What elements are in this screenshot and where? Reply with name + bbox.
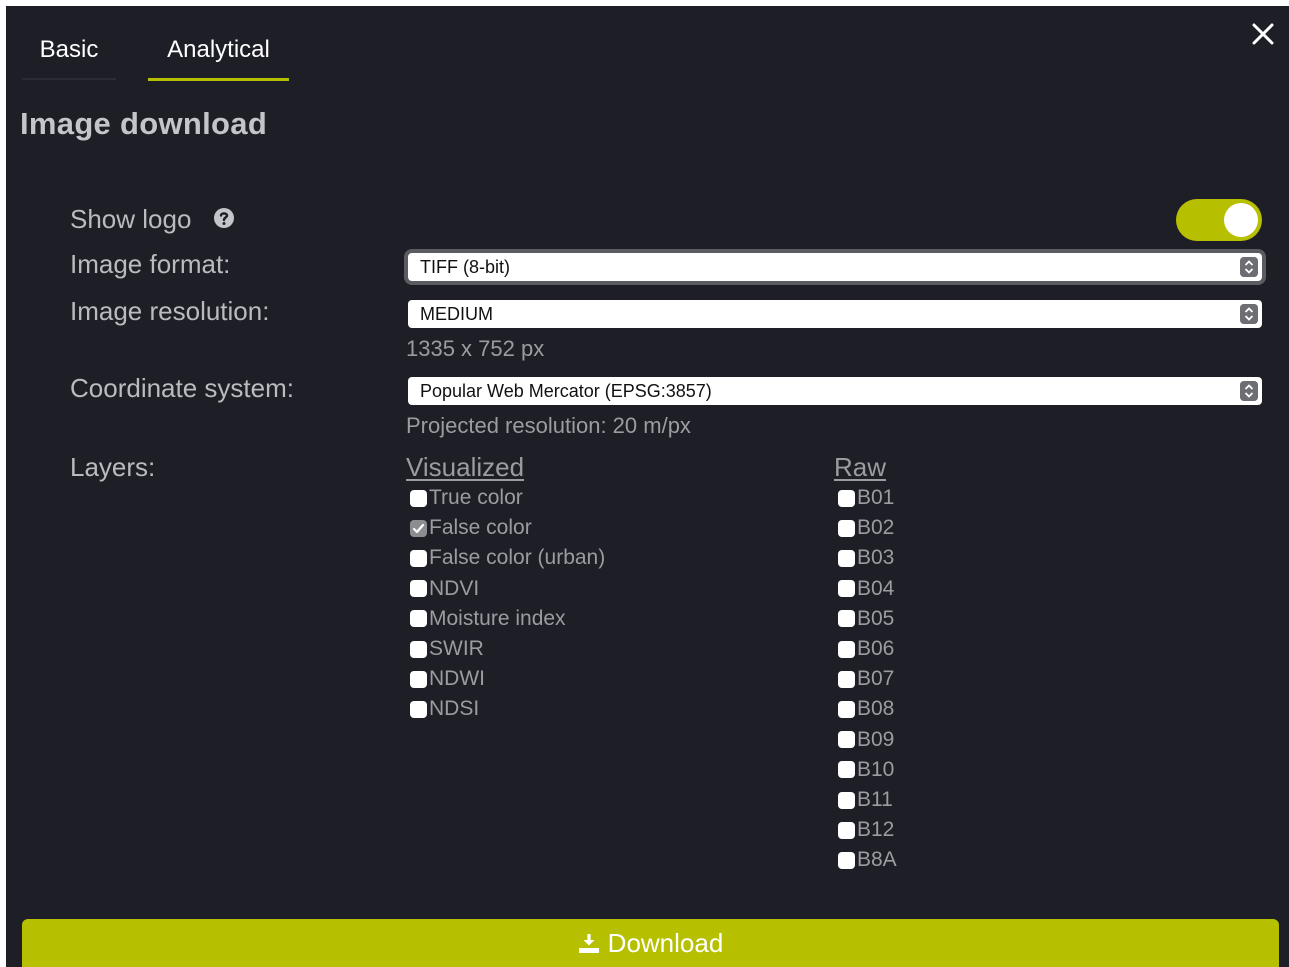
checkbox[interactable] [838,851,855,869]
layer-label: B02 [857,516,895,540]
checkbox[interactable] [838,670,855,688]
layer-label: B05 [857,606,895,630]
layer-label: Moisture index [429,606,566,630]
layers-label: Layers: [70,452,156,482]
layer-label: B10 [857,757,895,781]
layer-checkbox-row[interactable]: B07 [838,666,894,692]
question-circle-icon[interactable] [213,207,235,229]
checkbox[interactable] [410,700,427,718]
layer-checkbox-row[interactable]: NDSI [410,696,479,722]
raw-heading[interactable]: Raw [834,452,886,483]
checkbox[interactable] [838,549,855,567]
layer-label: B12 [857,818,895,842]
layer-checkbox-row[interactable]: Moisture index [410,606,566,632]
checkbox[interactable] [838,761,855,779]
layer-checkbox-row[interactable]: B04 [838,576,894,602]
tab-analytical[interactable]: Analytical [148,22,289,81]
layer-label: B04 [857,576,895,600]
layer-checkbox-row[interactable]: False color (urban) [410,545,605,571]
checkbox-checked[interactable] [410,519,427,537]
select-arrows-icon [1240,304,1258,324]
checkbox[interactable] [410,489,427,507]
layer-checkbox-row[interactable]: B11 [838,787,893,813]
layer-label: B08 [857,697,895,721]
layer-label: B11 [857,788,893,811]
projected-resolution: Projected resolution: 20 m/px [406,413,691,438]
layer-label: B03 [857,546,895,570]
layer-label: NDVI [429,576,480,600]
layer-checkbox-row[interactable]: B05 [838,606,894,632]
coordinate-system-value: Popular Web Mercator (EPSG:3857) [420,380,712,401]
checkbox[interactable] [838,821,855,839]
layer-checkbox-row[interactable]: False color [410,515,532,541]
layer-checkbox-row[interactable]: B02 [838,515,894,541]
checkbox[interactable] [838,791,855,809]
checkbox[interactable] [410,580,427,598]
checkbox[interactable] [410,640,427,658]
layer-label: False color (urban) [429,546,606,570]
show-logo-label: Show logo [70,204,192,234]
checkbox[interactable] [838,731,855,749]
checkbox[interactable] [410,549,427,567]
layer-label: B07 [857,667,895,691]
layer-label: NDWI [429,667,485,691]
layer-label: True color [429,486,523,509]
layer-checkbox-row[interactable]: B01 [838,485,894,511]
layer-checkbox-row[interactable]: NDWI [410,666,485,692]
show-logo-toggle[interactable] [1176,199,1262,241]
layer-checkbox-row[interactable]: B8A [838,847,897,873]
checkbox[interactable] [838,610,855,628]
select-arrows-icon [1240,381,1258,401]
select-arrows-icon [1240,257,1258,277]
layer-checkbox-row[interactable]: SWIR [410,636,484,662]
checkbox[interactable] [410,670,427,688]
download-icon [578,934,599,953]
checkbox[interactable] [410,610,427,628]
layer-checkbox-row[interactable]: True color [410,485,523,511]
layer-label: B01 [857,486,895,509]
close-icon[interactable] [1251,22,1275,46]
layer-label: B8A [857,848,897,872]
image-format-value: TIFF (8-bit) [420,256,510,277]
layer-checkbox-row[interactable]: B10 [838,757,894,783]
tab-basic[interactable]: Basic [22,22,116,80]
show-logo-row: Show logo [70,204,235,235]
image-dimensions: 1335 x 752 px [406,336,545,361]
checkbox[interactable] [838,519,855,537]
image-format-label: Image format: [70,249,231,279]
layer-label: False color [429,516,532,540]
layer-label: B09 [857,727,895,751]
toggle-knob [1224,203,1258,237]
layer-label: SWIR [429,637,484,660]
checkbox[interactable] [838,640,855,658]
layer-checkbox-row[interactable]: B08 [838,696,894,722]
download-button[interactable]: Download [22,919,1279,967]
checkbox[interactable] [838,700,855,718]
layer-checkbox-row[interactable]: B12 [838,817,894,843]
page-title: Image download [20,106,268,141]
image-resolution-label: Image resolution: [70,296,270,326]
checkbox[interactable] [838,580,855,598]
coordinate-system-label: Coordinate system: [70,373,294,403]
layer-checkbox-row[interactable]: B03 [838,545,894,571]
layer-label: B06 [857,637,895,660]
coordinate-system-select[interactable]: Popular Web Mercator (EPSG:3857) [408,377,1262,405]
layer-checkbox-row[interactable]: B06 [838,636,894,662]
layer-checkbox-row[interactable]: B09 [838,727,894,753]
checkmark-icon [412,523,425,533]
download-label: Download [607,927,724,958]
layer-checkbox-row[interactable]: NDVI [410,576,479,602]
image-format-select[interactable]: TIFF (8-bit) [408,253,1262,281]
layer-label: NDSI [429,697,480,721]
checkbox[interactable] [838,489,855,507]
image-resolution-select[interactable]: MEDIUM [408,300,1262,328]
visualized-heading[interactable]: Visualized [406,452,524,483]
image-download-panel: Basic Analytical Image download Show log… [6,6,1289,967]
image-resolution-value: MEDIUM [420,303,493,324]
